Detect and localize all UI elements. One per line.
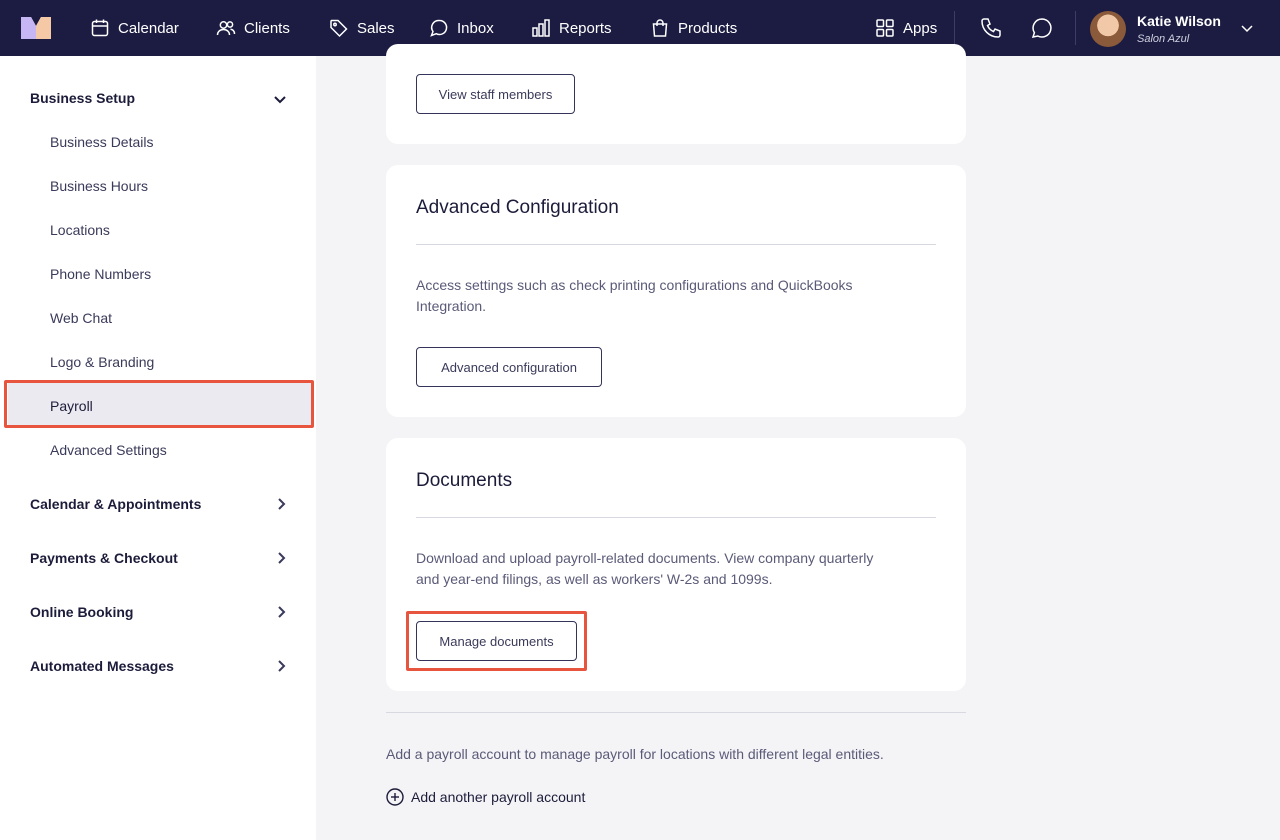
sidebar-item-advanced-settings[interactable]: Advanced Settings <box>50 442 167 458</box>
view-staff-members-button[interactable]: View staff members <box>416 74 575 114</box>
card-divider <box>416 517 936 518</box>
add-payroll-account-link[interactable]: Add another payroll account <box>386 788 585 806</box>
chevron-right-icon[interactable] <box>274 659 288 673</box>
sidebar-group-business-setup[interactable]: Business Setup <box>30 90 135 106</box>
chevron-right-icon[interactable] <box>274 605 288 619</box>
nav-inbox-label: Inbox <box>457 19 494 37</box>
user-organization: Salon Azul <box>1137 33 1190 45</box>
nav-clients[interactable]: Clients <box>216 0 290 56</box>
nav-clients-label: Clients <box>244 19 290 37</box>
apps-grid-icon <box>876 19 894 37</box>
sidebar-item-phone-numbers[interactable]: Phone Numbers <box>50 266 151 282</box>
sidebar-item-web-chat[interactable]: Web Chat <box>50 310 112 326</box>
card-description: Access settings such as check printing c… <box>416 277 853 314</box>
sidebar-group-automated-messages[interactable]: Automated Messages <box>30 658 174 674</box>
settings-sidebar: Business Setup Business Details Business… <box>0 56 316 840</box>
phone-icon[interactable] <box>979 16 1003 40</box>
chevron-right-icon[interactable] <box>274 497 288 511</box>
advanced-configuration-card: Advanced Configuration Access settings s… <box>386 165 966 417</box>
nav-sales[interactable]: Sales <box>329 0 395 56</box>
plus-circle-icon <box>386 788 404 806</box>
manage-documents-button[interactable]: Manage documents <box>416 621 577 661</box>
avatar[interactable] <box>1090 11 1126 47</box>
brand-logo-icon[interactable] <box>21 17 51 39</box>
nav-divider <box>954 11 955 45</box>
nav-sales-label: Sales <box>357 19 395 37</box>
nav-divider <box>1075 11 1076 45</box>
nav-products-label: Products <box>678 19 738 37</box>
calendar-icon <box>91 19 109 37</box>
staff-card: View staff members <box>386 44 966 144</box>
documents-card: Documents Download and upload payroll-re… <box>386 438 966 691</box>
add-payroll-account-label[interactable]: Add another payroll account <box>411 789 585 805</box>
shopping-bag-icon <box>652 19 668 37</box>
section-divider <box>386 712 966 713</box>
card-description: Download and upload payroll-related docu… <box>416 550 874 587</box>
chevron-right-icon[interactable] <box>274 551 288 565</box>
nav-reports-label: Reports <box>559 19 612 37</box>
clients-icon <box>216 21 236 36</box>
nav-calendar-label: Calendar <box>118 19 179 37</box>
message-icon[interactable] <box>1030 16 1054 40</box>
sidebar-item-logo-branding[interactable]: Logo & Branding <box>50 354 154 370</box>
payroll-account-description: Add a payroll account to manage payroll … <box>386 746 884 762</box>
sidebar-item-locations[interactable]: Locations <box>50 222 110 238</box>
sidebar-item-payroll[interactable]: Payroll <box>50 398 93 414</box>
chevron-down-icon[interactable] <box>1239 20 1255 36</box>
sidebar-group-online-booking[interactable]: Online Booking <box>30 604 133 620</box>
card-divider <box>416 244 936 245</box>
nav-calendar[interactable]: Calendar <box>90 0 179 56</box>
tag-icon <box>330 19 348 38</box>
sidebar-item-business-details[interactable]: Business Details <box>50 134 154 150</box>
card-title: Documents <box>416 470 513 491</box>
nav-apps-label: Apps <box>903 19 938 37</box>
bar-chart-icon <box>532 19 550 37</box>
sidebar-group-calendar-appointments[interactable]: Calendar & Appointments <box>30 496 201 512</box>
user-name[interactable]: Katie Wilson <box>1137 13 1221 29</box>
sidebar-item-business-hours[interactable]: Business Hours <box>50 178 148 194</box>
sidebar-group-payments-checkout[interactable]: Payments & Checkout <box>30 550 178 566</box>
chat-bubble-icon <box>430 19 448 37</box>
card-title: Advanced Configuration <box>416 197 619 218</box>
advanced-configuration-button[interactable]: Advanced configuration <box>416 347 602 387</box>
chevron-down-icon[interactable] <box>273 92 287 106</box>
